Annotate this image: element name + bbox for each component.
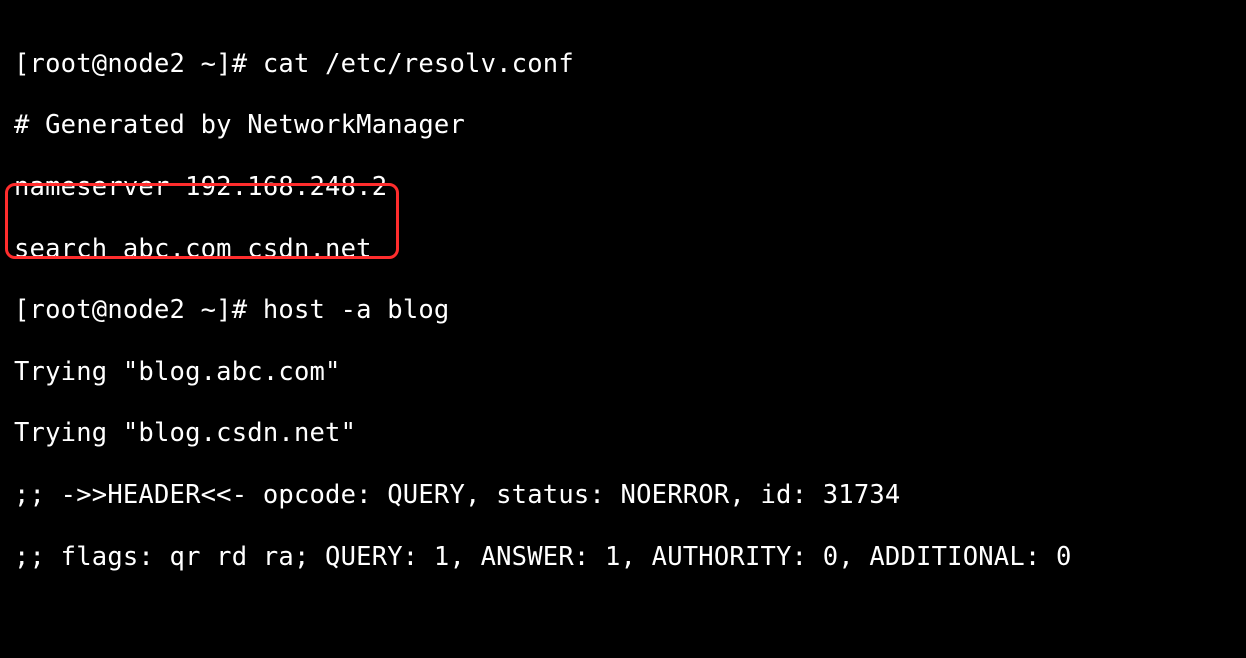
terminal-line: Trying "blog.csdn.net" [14, 418, 1232, 449]
terminal-blank-line [14, 603, 1232, 634]
terminal-line: ;; ->>HEADER<<- opcode: QUERY, status: N… [14, 480, 1232, 511]
terminal-line: [root@node2 ~]# host -a blog [14, 295, 1232, 326]
terminal-output[interactable]: [root@node2 ~]# cat /etc/resolv.conf # G… [0, 0, 1246, 658]
command-text: host -a blog [263, 295, 450, 325]
terminal-line: # Generated by NetworkManager [14, 110, 1232, 141]
command-text: cat /etc/resolv.conf [263, 49, 574, 79]
terminal-line: search abc.com csdn.net [14, 234, 1232, 265]
terminal-line: Trying "blog.abc.com" [14, 357, 1232, 388]
terminal-line: [root@node2 ~]# cat /etc/resolv.conf [14, 49, 1232, 80]
shell-prompt: [root@node2 ~]# [14, 295, 263, 325]
terminal-line: ;; flags: qr rd ra; QUERY: 1, ANSWER: 1,… [14, 542, 1232, 573]
terminal-line: nameserver 192.168.248.2 [14, 172, 1232, 203]
shell-prompt: [root@node2 ~]# [14, 49, 263, 79]
